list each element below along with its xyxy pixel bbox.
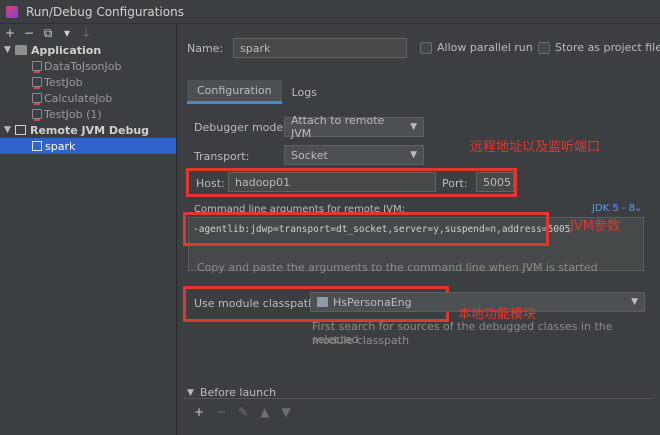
store-project-label: Store as project file [555, 41, 660, 54]
tree-item-label: CalculateJob [44, 91, 113, 105]
name-value: spark [240, 41, 271, 55]
run-config-icon [32, 61, 42, 73]
configurations-sidebar: + − ⧉ ▾ ↓ ▼ Application DataToJsonJob Te… [0, 24, 177, 435]
store-project-checkbox[interactable]: Store as project file [538, 41, 660, 54]
remote-debug-config-icon [32, 141, 42, 151]
sidebar-toolbar: + − ⧉ ▾ ↓ [0, 24, 176, 42]
name-input[interactable]: spark [233, 38, 407, 58]
run-config-icon [32, 93, 42, 105]
window-titlebar: Run/Debug Configurations [0, 0, 660, 24]
application-icon [15, 45, 27, 55]
chevron-down-icon[interactable]: ▼ [4, 45, 15, 55]
port-label: Port: [442, 177, 468, 190]
name-label: Name: [187, 42, 224, 55]
jdk-version-selector[interactable]: JDK 5 - 8 [592, 203, 635, 214]
module-hint-line2: module classpath [312, 334, 410, 347]
before-launch-divider [184, 398, 654, 399]
add-icon[interactable]: + [4, 26, 16, 40]
sort-icon[interactable]: ↓ [80, 26, 92, 40]
tree-item-datatojsonjob[interactable]: DataToJsonJob [0, 58, 176, 74]
tree-item-testjob-1[interactable]: TestJob (1) [0, 106, 176, 122]
before-launch-toolbar: + − ✎ ▲ ▼ [194, 405, 291, 419]
tab-configuration[interactable]: Configuration [187, 80, 282, 104]
remote-debug-icon [15, 125, 26, 135]
intellij-logo-icon [6, 5, 18, 18]
module-classpath-label: Use module classpath: [194, 297, 319, 310]
chevron-down-icon: ▼ [410, 122, 417, 132]
host-label: Host: [196, 177, 225, 190]
allow-parallel-checkbox[interactable]: Allow parallel run [420, 41, 533, 54]
transport-select[interactable]: Socket ▼ [284, 145, 424, 165]
annotation-box-jvm-args [183, 212, 549, 246]
tree-group-label: Application [31, 43, 102, 57]
window-title: Run/Debug Configurations [26, 4, 184, 19]
chevron-down-icon: ▼ [410, 150, 417, 160]
annotation-jvm-args: JVM参数 [570, 219, 620, 234]
module-select-content: HsPersonaEng [317, 296, 412, 309]
host-value: hadoop01 [235, 175, 291, 189]
folder-move-icon[interactable]: ▾ [61, 26, 73, 40]
tree-item-calculatejob[interactable]: CalculateJob [0, 90, 176, 106]
remove-icon[interactable]: − [216, 405, 226, 419]
tab-logs[interactable]: Logs [282, 80, 327, 104]
run-config-icon [32, 77, 42, 89]
tree-group-label: Remote JVM Debug [30, 123, 150, 137]
annotation-host-port: 远程地址以及监听端口 [470, 140, 601, 155]
move-up-icon[interactable]: ▲ [260, 405, 269, 419]
tree-item-label: spark [45, 139, 76, 153]
tree-item-testjob[interactable]: TestJob [0, 74, 176, 90]
cmd-args-hint: Copy and paste the arguments to the comm… [197, 261, 598, 274]
tree-group-remote-jvm-debug[interactable]: ▼ Remote JVM Debug [0, 122, 176, 138]
remove-icon[interactable]: − [23, 26, 35, 40]
chevron-down-icon[interactable]: ▼ [4, 125, 15, 135]
transport-value: Socket [291, 148, 328, 162]
debugger-mode-select[interactable]: Attach to remote JVM ▼ [284, 114, 424, 140]
debugger-mode-label: Debugger mode: [194, 121, 287, 134]
chevron-down-icon[interactable]: ▼ [187, 388, 194, 398]
tree-group-application[interactable]: ▼ Application [0, 42, 176, 58]
transport-label: Transport: [194, 150, 250, 163]
port-input[interactable]: 5005 [476, 172, 514, 192]
edit-icon[interactable]: ✎ [238, 405, 248, 419]
run-config-icon [32, 109, 42, 121]
module-icon [317, 297, 328, 307]
chevron-down-icon: ▼ [631, 297, 638, 307]
tree-item-label: TestJob (1) [44, 107, 102, 121]
checkbox-box[interactable] [538, 41, 550, 54]
debugger-mode-value: Attach to remote JVM [291, 114, 385, 140]
tree-item-label: TestJob [44, 75, 83, 89]
checkbox-box[interactable] [420, 41, 432, 54]
move-down-icon[interactable]: ▼ [281, 405, 290, 419]
tree-item-label: DataToJsonJob [44, 59, 122, 73]
port-value: 5005 [483, 175, 511, 189]
allow-parallel-label: Allow parallel run [437, 41, 533, 54]
module-value: HsPersonaEng [333, 295, 412, 309]
chevron-down-icon[interactable]: ⌄ [634, 203, 642, 214]
add-icon[interactable]: + [194, 405, 204, 419]
host-input[interactable]: hadoop01 [228, 172, 436, 192]
copy-icon[interactable]: ⧉ [42, 26, 54, 41]
config-panel: Name: spark Allow parallel run Store as … [178, 24, 660, 435]
tree-item-spark[interactable]: spark [0, 138, 176, 154]
config-tabs: Configuration Logs [187, 80, 327, 104]
